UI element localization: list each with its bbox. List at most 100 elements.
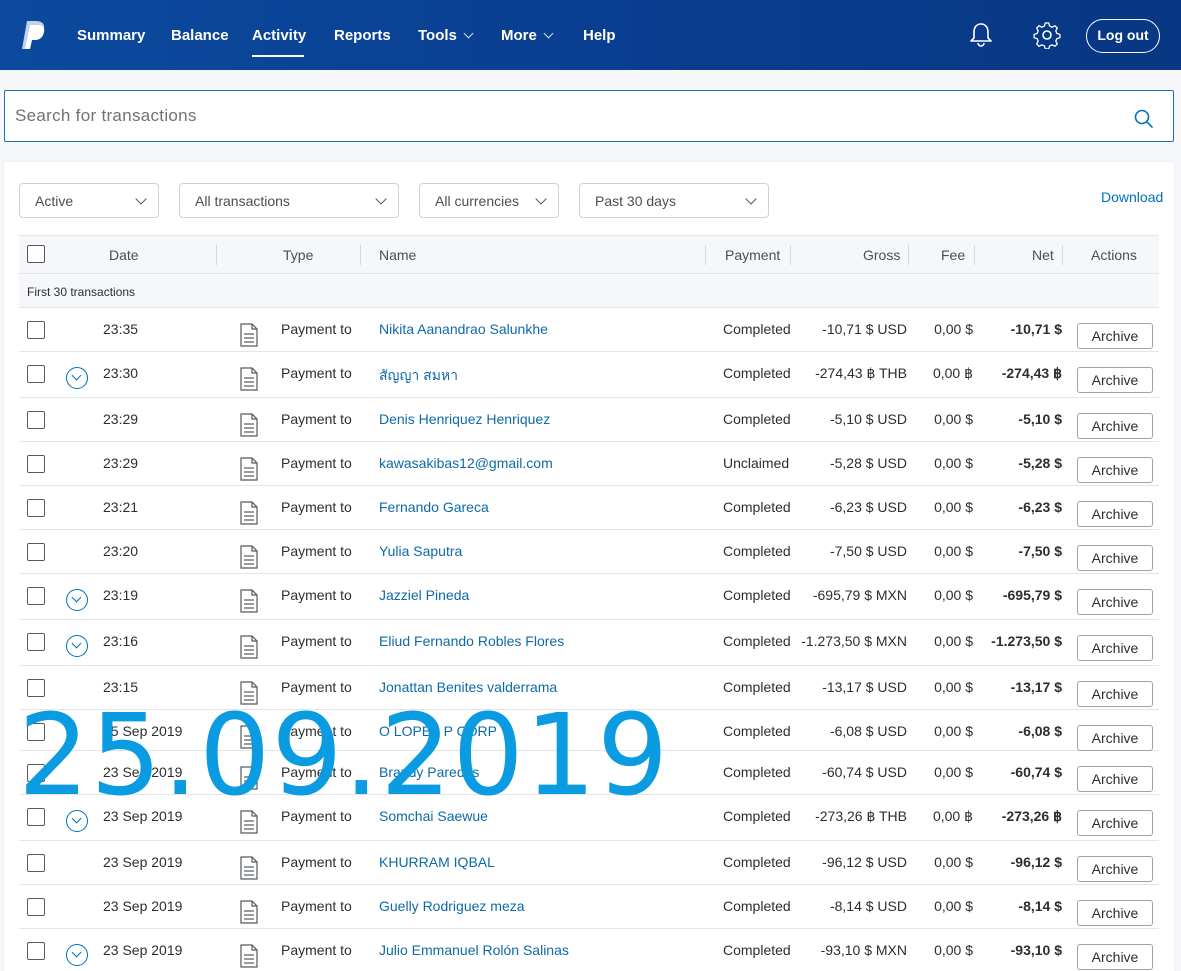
archive-button[interactable]: Archive <box>1077 810 1153 836</box>
logout-button[interactable]: Log out <box>1086 19 1160 53</box>
transaction-type: Payment to <box>281 764 352 780</box>
bell-icon[interactable] <box>969 22 993 48</box>
row-checkbox[interactable] <box>27 764 45 782</box>
column-header-gross[interactable]: Gross <box>863 247 900 263</box>
net-amount: -273,26 ฿ <box>1001 808 1062 824</box>
recipient-name-link[interactable]: Brandy Paredes <box>379 764 479 780</box>
nav-item-tools[interactable]: Tools <box>418 27 474 44</box>
archive-button[interactable]: Archive <box>1077 457 1153 483</box>
net-amount: -6,23 $ <box>1018 499 1062 515</box>
recipient-name-link[interactable]: Jazziel Pineda <box>379 587 469 603</box>
expand-chevron-icon[interactable] <box>66 589 88 611</box>
expand-chevron-icon[interactable] <box>66 367 88 389</box>
document-icon <box>240 766 258 790</box>
recipient-name-link[interactable]: Denis Henriquez Henriquez <box>379 411 550 427</box>
row-checkbox[interactable] <box>27 898 45 916</box>
currency-filter-dropdown[interactable]: All currencies <box>419 183 559 218</box>
archive-button[interactable]: Archive <box>1077 856 1153 882</box>
column-header-fee[interactable]: Fee <box>941 247 965 263</box>
column-divider <box>216 245 217 265</box>
archive-button[interactable]: Archive <box>1077 725 1153 751</box>
nav-item-reports[interactable]: Reports <box>334 27 391 44</box>
table-row: 23 Sep 2019 Payment to KHURRAM IQBAL Comple… <box>19 841 1159 885</box>
transaction-type: Payment to <box>281 499 352 515</box>
archive-button[interactable]: Archive <box>1077 589 1153 615</box>
nav-item-summary[interactable]: Summary <box>77 27 145 44</box>
row-checkbox[interactable] <box>27 411 45 429</box>
archive-button[interactable]: Archive <box>1077 766 1153 792</box>
row-checkbox[interactable] <box>27 587 45 605</box>
recipient-name-link[interactable]: สัญญา สมหา <box>379 365 458 387</box>
nav-item-label: Help <box>583 27 616 44</box>
recipient-name-link[interactable]: KHURRAM IQBAL <box>379 854 495 870</box>
chevron-down-icon <box>535 193 547 205</box>
transaction-date: 23:21 <box>103 499 139 515</box>
row-checkbox[interactable] <box>27 679 45 697</box>
download-link[interactable]: Download <box>1101 189 1163 205</box>
row-checkbox[interactable] <box>27 543 45 561</box>
archive-button[interactable]: Archive <box>1077 501 1153 527</box>
transaction-date: 23:29 <box>103 411 139 427</box>
archive-button[interactable]: Archive <box>1077 367 1153 393</box>
column-header-type[interactable]: Type <box>283 247 313 263</box>
column-divider <box>908 245 909 265</box>
archive-button[interactable]: Archive <box>1077 900 1153 926</box>
nav-item-label: Reports <box>334 27 391 44</box>
row-checkbox[interactable] <box>27 365 45 383</box>
search-icon[interactable] <box>1133 108 1155 130</box>
gross-amount: -10,71 $ USD <box>822 321 907 337</box>
select-all-checkbox[interactable] <box>27 245 45 263</box>
recipient-name-link[interactable]: O LOPEZ P CORP <box>379 723 497 739</box>
nav-item-help[interactable]: Help <box>583 27 616 44</box>
expand-chevron-icon[interactable] <box>66 944 88 966</box>
document-icon <box>240 545 258 569</box>
column-header-name[interactable]: Name <box>379 247 416 263</box>
archive-button[interactable]: Archive <box>1077 681 1153 707</box>
recipient-name-link[interactable]: Nikita Aanandrao Salunkhe <box>379 321 548 337</box>
column-header-net[interactable]: Net <box>1032 247 1054 263</box>
archive-button[interactable]: Archive <box>1077 545 1153 571</box>
nav-item-more[interactable]: More <box>501 27 554 44</box>
nav-item-activity[interactable]: Activity <box>252 27 306 44</box>
row-checkbox[interactable] <box>27 321 45 339</box>
recipient-name-link[interactable]: Julio Emmanuel Rolón Salinas <box>379 942 569 958</box>
recipient-name-link[interactable]: Somchai Saewue <box>379 808 488 824</box>
type-filter-dropdown[interactable]: All transactions <box>179 183 399 218</box>
row-checkbox[interactable] <box>27 808 45 826</box>
paypal-logo[interactable] <box>20 20 46 50</box>
column-header-payment[interactable]: Payment <box>725 247 780 263</box>
row-checkbox[interactable] <box>27 455 45 473</box>
recipient-name-link[interactable]: Yulia Saputra <box>379 543 462 559</box>
search-input[interactable] <box>15 103 1115 129</box>
column-divider <box>974 245 975 265</box>
row-checkbox[interactable] <box>27 723 45 741</box>
column-header-date[interactable]: Date <box>109 247 139 263</box>
fee-amount: 0,00 ฿ <box>932 808 973 824</box>
nav-item-label: More <box>501 27 537 44</box>
expand-chevron-icon[interactable] <box>66 810 88 832</box>
gear-icon[interactable] <box>1033 21 1061 49</box>
date-range-filter-dropdown[interactable]: Past 30 days <box>579 183 769 218</box>
recipient-name-link[interactable]: Guelly Rodriguez meza <box>379 898 525 914</box>
archive-button[interactable]: Archive <box>1077 323 1153 349</box>
nav-item-balance[interactable]: Balance <box>171 27 229 44</box>
row-checkbox[interactable] <box>27 942 45 960</box>
archive-button[interactable]: Archive <box>1077 635 1153 661</box>
recipient-name-link[interactable]: Fernando Gareca <box>379 499 489 515</box>
recipient-name-link[interactable]: Eliud Fernando Robles Flores <box>379 633 564 649</box>
archive-button[interactable]: Archive <box>1077 413 1153 439</box>
archive-button[interactable]: Archive <box>1077 944 1153 970</box>
table-row: 23 Sep 2019 Payment to Brandy Paredes Compl… <box>19 751 1159 795</box>
recipient-name-link[interactable]: Jonattan Benites valderrama <box>379 679 557 695</box>
status-filter-dropdown[interactable]: Active <box>19 183 159 218</box>
row-checkbox[interactable] <box>27 499 45 517</box>
transaction-date: 25 Sep 2019 <box>103 723 183 739</box>
row-checkbox[interactable] <box>27 854 45 872</box>
chevron-down-icon <box>745 193 757 205</box>
expand-chevron-icon[interactable] <box>66 635 88 657</box>
fee-amount: 0,00 $ <box>934 587 973 603</box>
net-amount: -5,28 $ <box>1018 455 1062 471</box>
fee-amount: 0,00 $ <box>934 854 973 870</box>
recipient-name-link[interactable]: kawasakibas12@gmail.com <box>379 455 553 471</box>
row-checkbox[interactable] <box>27 633 45 651</box>
